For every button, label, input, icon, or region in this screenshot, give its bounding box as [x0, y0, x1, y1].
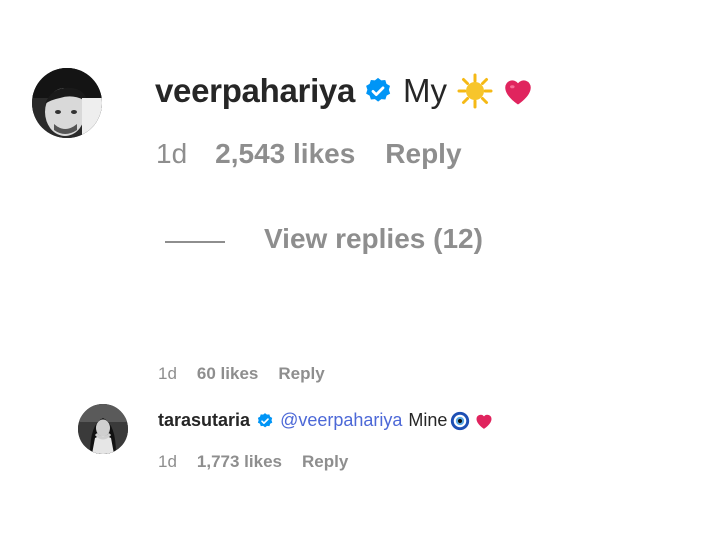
avatar-photo [78, 404, 128, 454]
comment-main-meta: 1d 2,543 likes Reply [156, 138, 462, 170]
comment-time: 1d [158, 452, 177, 471]
reply-button[interactable]: Reply [278, 364, 324, 384]
verified-badge-icon [257, 412, 273, 427]
mention-link[interactable]: @veerpahariya [280, 410, 402, 431]
nazar-amulet-icon [451, 411, 470, 430]
comment-likes[interactable]: 2,543 likes [215, 138, 355, 170]
view-replies-button[interactable]: View replies (12) [264, 223, 483, 255]
comment-likes[interactable]: 1,773 likes [197, 452, 282, 472]
view-replies-divider [165, 241, 225, 243]
avatar-veerpahariya[interactable] [32, 68, 102, 138]
heart-emoji-icon [476, 414, 492, 429]
comment-second-body: tarasutaria @veerpahariya Mine [158, 410, 494, 431]
avatar-photo [32, 68, 102, 138]
verified-badge-icon [366, 77, 391, 102]
reply-button[interactable]: Reply [385, 138, 461, 170]
heart-emoji-icon [505, 80, 531, 105]
reply-button[interactable]: Reply [302, 452, 348, 472]
username-veerpahariya[interactable]: veerpahariya [155, 72, 355, 110]
comment-second-text: Mine [408, 410, 448, 430]
username-tarasutaria[interactable]: tarasutaria [158, 410, 250, 431]
comment-likes[interactable]: 60 likes [197, 364, 258, 384]
avatar-tarasutaria[interactable] [78, 404, 128, 454]
sun-emoji-icon [457, 73, 493, 109]
comment-main-text: My [403, 72, 448, 109]
comment-main-header: veerpahariya My [155, 72, 535, 110]
comment-time: 1d [158, 364, 177, 383]
reply-meta-row: 1d 60 likes Reply [158, 364, 325, 384]
comment-time: 1d [156, 138, 188, 169]
comment-second-meta: 1d 1,773 likes Reply [158, 452, 348, 472]
